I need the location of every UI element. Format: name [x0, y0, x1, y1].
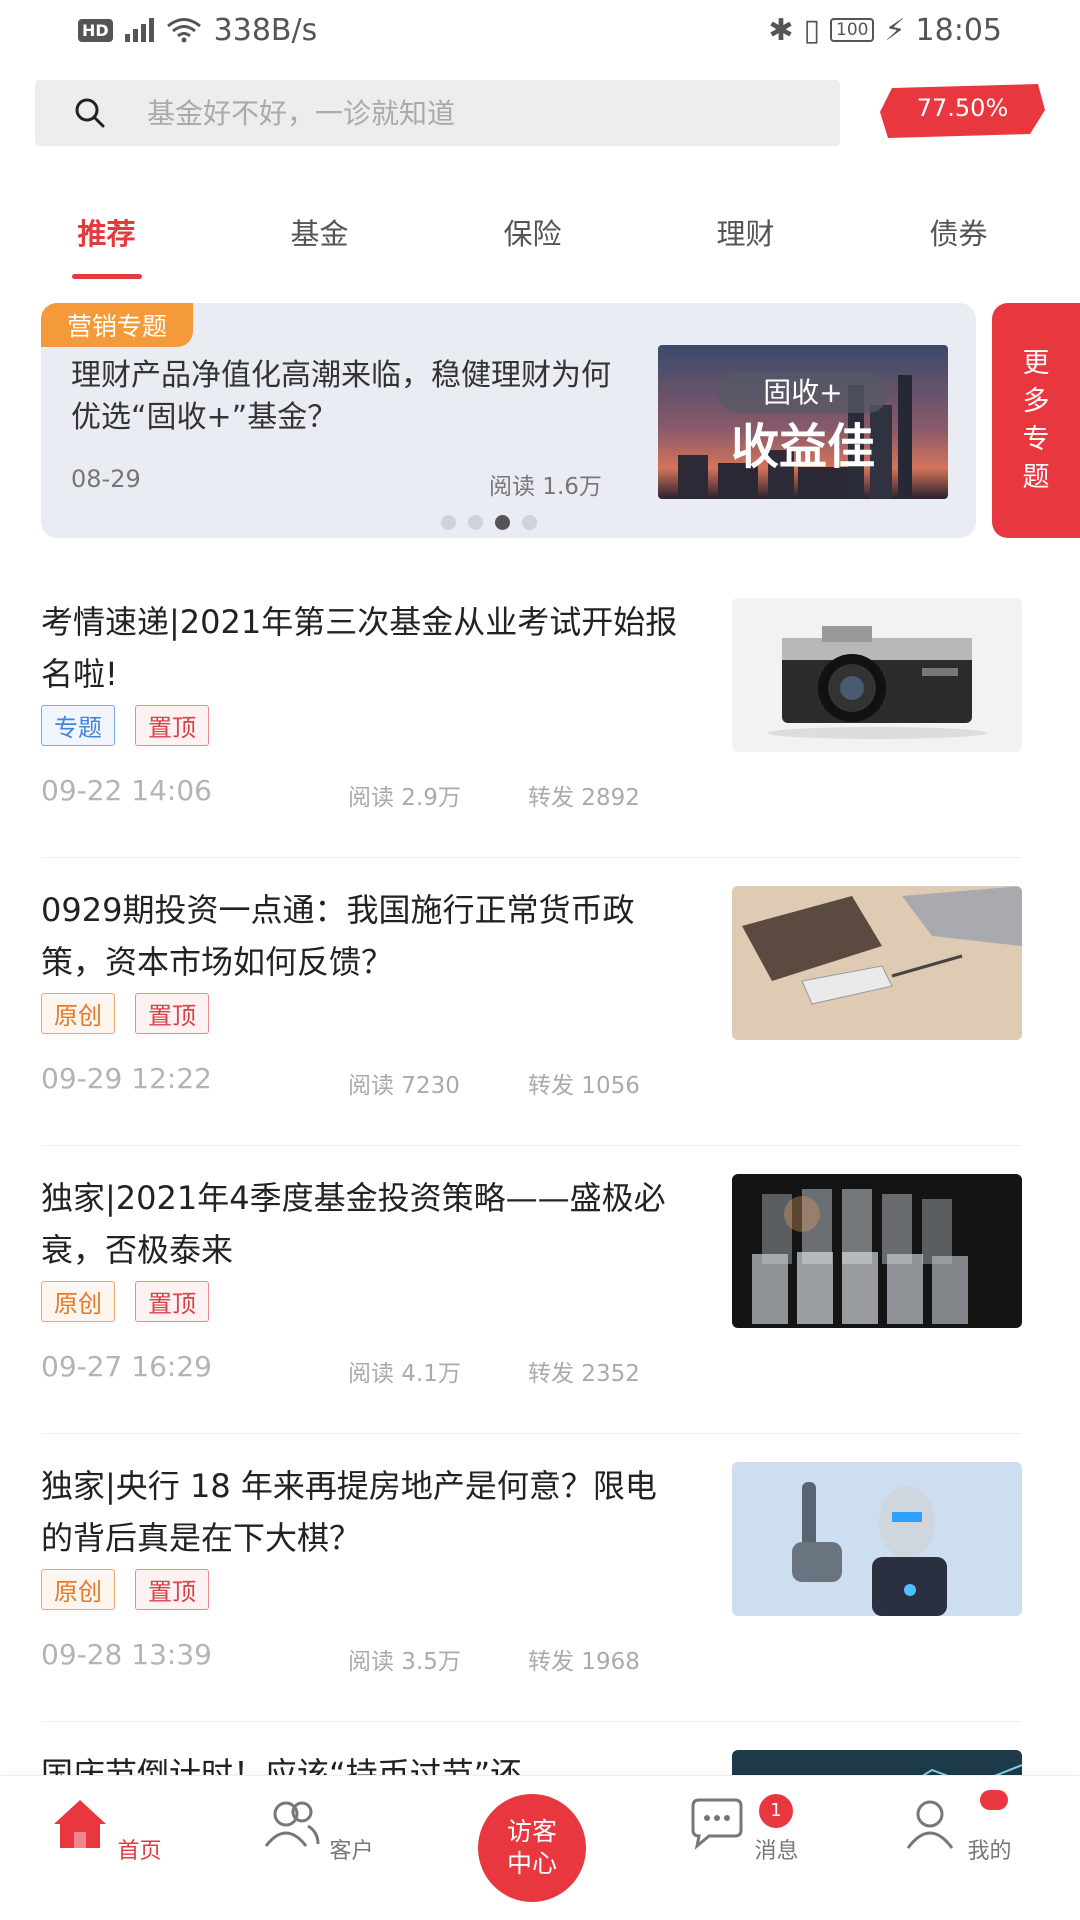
- banner-image: 固收+ 收益佳: [658, 345, 948, 499]
- article-reads: 阅读 3.5万: [348, 1649, 461, 1675]
- article-shares: 转发 2892: [528, 785, 640, 811]
- tab-recommend[interactable]: 推荐: [0, 195, 213, 285]
- network-speed: 338B/s: [213, 12, 318, 48]
- tab-fund[interactable]: 基金: [213, 195, 426, 285]
- article-shares: 转发 2352: [528, 1361, 640, 1387]
- article-item[interactable]: 0929期投资一点通：我国施行正常货币政策，资本市场如何反馈？ 原创 置顶 09…: [41, 858, 1022, 1146]
- article-item[interactable]: 独家|2021年4季度基金投资策略——盛极必衰，否极泰来 原创 置顶 09-27…: [41, 1146, 1022, 1434]
- tag-original: 原创: [41, 1281, 115, 1322]
- hd-indicator: HD: [78, 18, 113, 42]
- banner-read-count: 阅读 1.6万: [489, 474, 602, 500]
- home-icon: [54, 1800, 107, 1848]
- status-left: HD 338B/s: [78, 13, 317, 48]
- banner-image-text-2: 收益佳: [731, 419, 875, 475]
- charging-icon: ⚡: [884, 12, 906, 48]
- battery-level: 100: [836, 20, 869, 40]
- article-title: 独家|2021年4季度基金投资策略——盛极必衰，否极泰来: [41, 1179, 666, 1269]
- message-icon: [691, 1798, 743, 1850]
- more-topics-char: 专: [1022, 423, 1050, 455]
- article-thumbnail-desk: [732, 886, 1022, 1040]
- rate-badge[interactable]: 77.50%: [880, 84, 1045, 138]
- more-topics-char: 多: [1022, 385, 1050, 417]
- more-topics-char: 更: [1022, 347, 1050, 379]
- article-title: 独家|央行 18 年来再提房地产是何意？限电的背后真是在下大棋？: [41, 1467, 657, 1557]
- tag-original: 原创: [41, 993, 115, 1034]
- tag-pinned: 置顶: [135, 1569, 209, 1610]
- status-bar: HD 338B/s ✱ ▯ 100 ⚡ 18:05: [0, 0, 1080, 60]
- article-item[interactable]: 考情速递|2021年第三次基金从业考试开始报名啦! 专题 置顶 09-22 14…: [41, 570, 1022, 858]
- search-box[interactable]: [35, 80, 840, 146]
- article-reads: 阅读 2.9万: [348, 785, 461, 811]
- search-icon: [75, 98, 105, 128]
- pager-dot[interactable]: [468, 515, 483, 530]
- banner-pager: [441, 515, 537, 530]
- banner-tag: 营销专题: [41, 303, 194, 347]
- vibrate-icon: ▯: [803, 12, 820, 48]
- tag-pinned: 置顶: [135, 993, 209, 1034]
- pager-dot[interactable]: [441, 515, 456, 530]
- article-shares: 转发 1056: [528, 1073, 640, 1099]
- tab-wealth[interactable]: 理财: [639, 195, 852, 285]
- banner-title: 理财产品净值化高潮来临，稳健理财为何优选“固收+”基金？: [71, 358, 611, 435]
- article-tags: 原创 置顶: [41, 1569, 209, 1610]
- article-thumbnail-camera: [732, 598, 1022, 752]
- article-tags: 原创 置顶: [41, 993, 209, 1034]
- article-time: 09-29 12:22: [41, 1062, 212, 1095]
- wifi-icon: [166, 18, 201, 43]
- tag-original: 原创: [41, 1569, 115, 1610]
- pager-dot-active[interactable]: [495, 515, 510, 530]
- tab-insurance[interactable]: 保险: [426, 195, 639, 285]
- tag-pinned: 置顶: [135, 705, 209, 746]
- banner-date: 08-29: [71, 465, 141, 493]
- article-time: 09-27 16:29: [41, 1350, 212, 1383]
- nav-mine[interactable]: 我的: [896, 1790, 1016, 1865]
- battery-icon: 100: [830, 18, 875, 42]
- nav-messages[interactable]: 1 消息: [683, 1794, 803, 1865]
- tab-bond[interactable]: 债券: [852, 195, 1065, 285]
- banner-image-text-1: 固收+: [763, 376, 842, 409]
- status-right: ✱ ▯ 100 ⚡ 18:05: [768, 13, 1002, 48]
- article-title: 0929期投资一点通：我国施行正常货币政策，资本市场如何反馈？: [41, 891, 635, 981]
- customers-icon: [265, 1801, 320, 1847]
- article-time: 09-22 14:06: [41, 774, 212, 807]
- tag-topic: 专题: [41, 705, 115, 746]
- search-row: 77.50%: [35, 80, 1045, 146]
- article-time: 09-28 13:39: [41, 1638, 212, 1671]
- topic-banner[interactable]: 营销专题 理财产品净值化高潮来临，稳健理财为何优选“固收+”基金？ 08-29 …: [41, 303, 976, 538]
- nav-customers[interactable]: 客户: [258, 1796, 378, 1865]
- more-topics-button[interactable]: 更 多 专 题: [992, 303, 1080, 538]
- message-badge: 1: [759, 1794, 793, 1828]
- article-item[interactable]: 独家|央行 18 年来再提房地产是何意？限电的背后真是在下大棋？ 原创 置顶 0…: [41, 1434, 1022, 1722]
- profile-badge-dot: [980, 1790, 1008, 1810]
- profile-icon: [907, 1800, 954, 1849]
- article-thumbnail-glasses: [732, 1174, 1022, 1328]
- nav-customers-label: 客户: [329, 1839, 374, 1864]
- nav-visitor-center[interactable]: 访客中心: [478, 1794, 586, 1902]
- more-topics-char: 题: [1022, 461, 1050, 493]
- signal-icon: [124, 18, 154, 42]
- clock: 18:05: [915, 12, 1002, 48]
- article-reads: 阅读 4.1万: [348, 1361, 461, 1387]
- nav-home-label: 首页: [117, 1839, 162, 1864]
- rate-badge-text: 77.50%: [916, 94, 1009, 122]
- bottom-nav: 首页 客户 访客中心 1 消息 我的: [0, 1775, 1080, 1920]
- bluetooth-icon: ✱: [768, 12, 794, 48]
- tag-pinned: 置顶: [135, 1281, 209, 1322]
- article-tags: 专题 置顶: [41, 705, 209, 746]
- article-tags: 原创 置顶: [41, 1281, 209, 1322]
- nav-messages-label: 消息: [754, 1839, 799, 1864]
- article-title: 考情速递|2021年第三次基金从业考试开始报名啦!: [41, 603, 678, 693]
- search-input[interactable]: [147, 96, 747, 130]
- article-reads: 阅读 7230: [348, 1073, 460, 1099]
- article-shares: 转发 1968: [528, 1649, 640, 1675]
- pager-dot[interactable]: [522, 515, 537, 530]
- category-tabs: 推荐 基金 保险 理财 债券: [0, 195, 1080, 285]
- nav-visitor-center-label: 访客中心: [506, 1817, 557, 1878]
- nav-mine-label: 我的: [967, 1839, 1012, 1864]
- article-thumbnail-robot: [732, 1462, 1022, 1616]
- nav-home[interactable]: 首页: [46, 1796, 166, 1865]
